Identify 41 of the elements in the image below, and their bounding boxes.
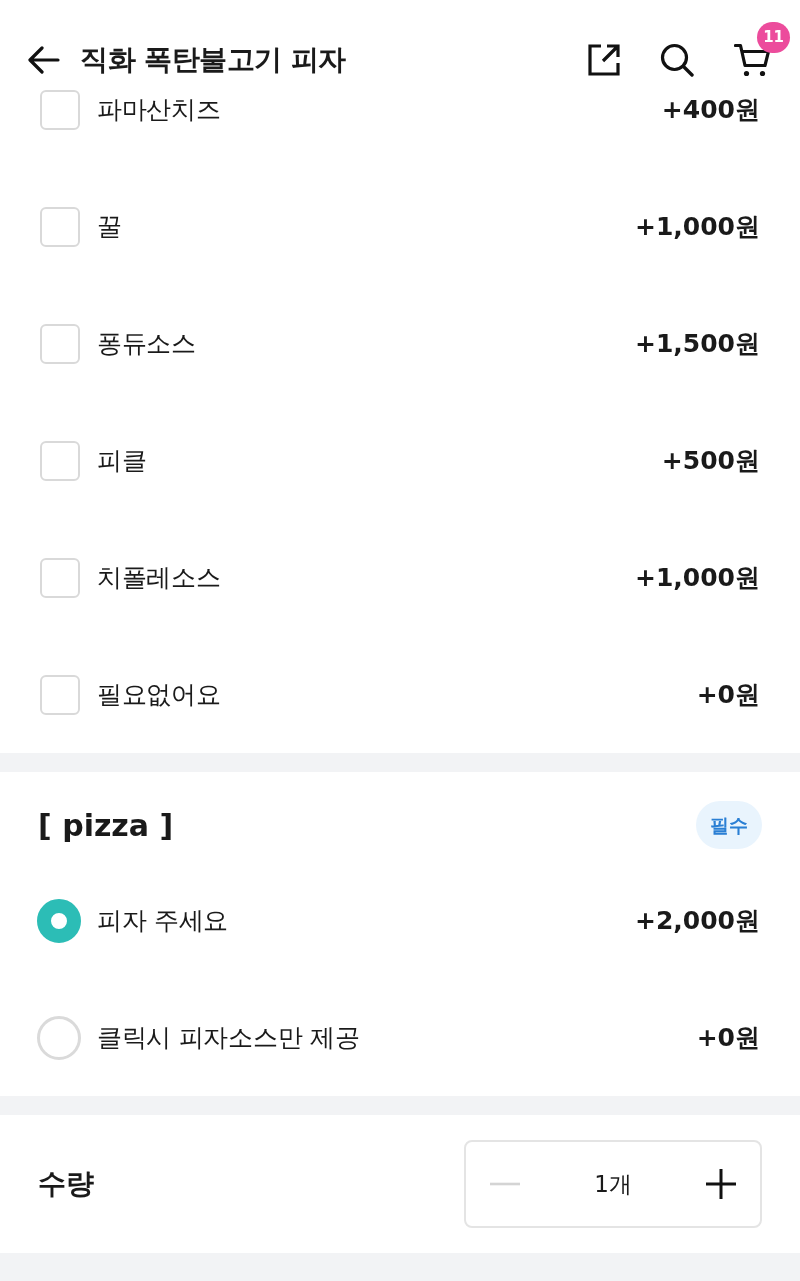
plus-icon xyxy=(706,1169,736,1199)
option-price: +400원 xyxy=(661,93,760,126)
search-button[interactable] xyxy=(660,43,694,77)
cart-count-badge: 11 xyxy=(757,22,790,53)
increase-button[interactable] xyxy=(704,1167,738,1201)
share-icon xyxy=(588,44,620,76)
option-label: 피클 xyxy=(97,444,147,477)
option-price: +2,000원 xyxy=(634,904,760,937)
option-price: +1,500원 xyxy=(634,327,760,360)
cart-icon xyxy=(734,43,770,77)
radio-button[interactable] xyxy=(37,898,81,943)
option-price: +1,000원 xyxy=(634,561,760,594)
cart-button[interactable] xyxy=(734,43,770,77)
required-badge: 필수 xyxy=(696,801,762,849)
checkbox[interactable] xyxy=(40,674,80,715)
checkbox[interactable] xyxy=(40,323,80,364)
checkbox[interactable] xyxy=(40,557,80,598)
option-label: 파마산치즈 xyxy=(97,93,221,126)
option-label: 퐁듀소스 xyxy=(97,327,196,360)
option-label: 꿀 xyxy=(97,210,122,243)
share-button[interactable] xyxy=(588,44,620,76)
option-price: +1,000원 xyxy=(634,210,760,243)
search-icon xyxy=(660,43,694,77)
option-price: +0원 xyxy=(696,678,760,711)
back-button[interactable] xyxy=(28,46,60,74)
group-title: [ pizza ] xyxy=(38,806,174,845)
quantity-value: 1개 xyxy=(594,1169,632,1199)
option-label: 피자 주세요 xyxy=(97,904,229,937)
quantity-label: 수량 xyxy=(38,1166,94,1202)
checkbox[interactable] xyxy=(40,440,80,481)
radio-button[interactable] xyxy=(37,1015,81,1060)
option-price: +500원 xyxy=(661,444,760,477)
option-price: +0원 xyxy=(696,1021,760,1054)
option-label: 필요없어요 xyxy=(97,678,221,711)
arrow-left-icon xyxy=(28,46,60,74)
option-label: 치폴레소스 xyxy=(97,561,221,594)
checkbox[interactable] xyxy=(40,206,80,247)
option-label: 클릭시 피자소스만 제공 xyxy=(97,1021,360,1054)
checkbox[interactable] xyxy=(40,89,80,130)
page-title: 직화 폭탄불고기 피자 xyxy=(80,42,346,78)
minus-icon xyxy=(490,1182,520,1186)
